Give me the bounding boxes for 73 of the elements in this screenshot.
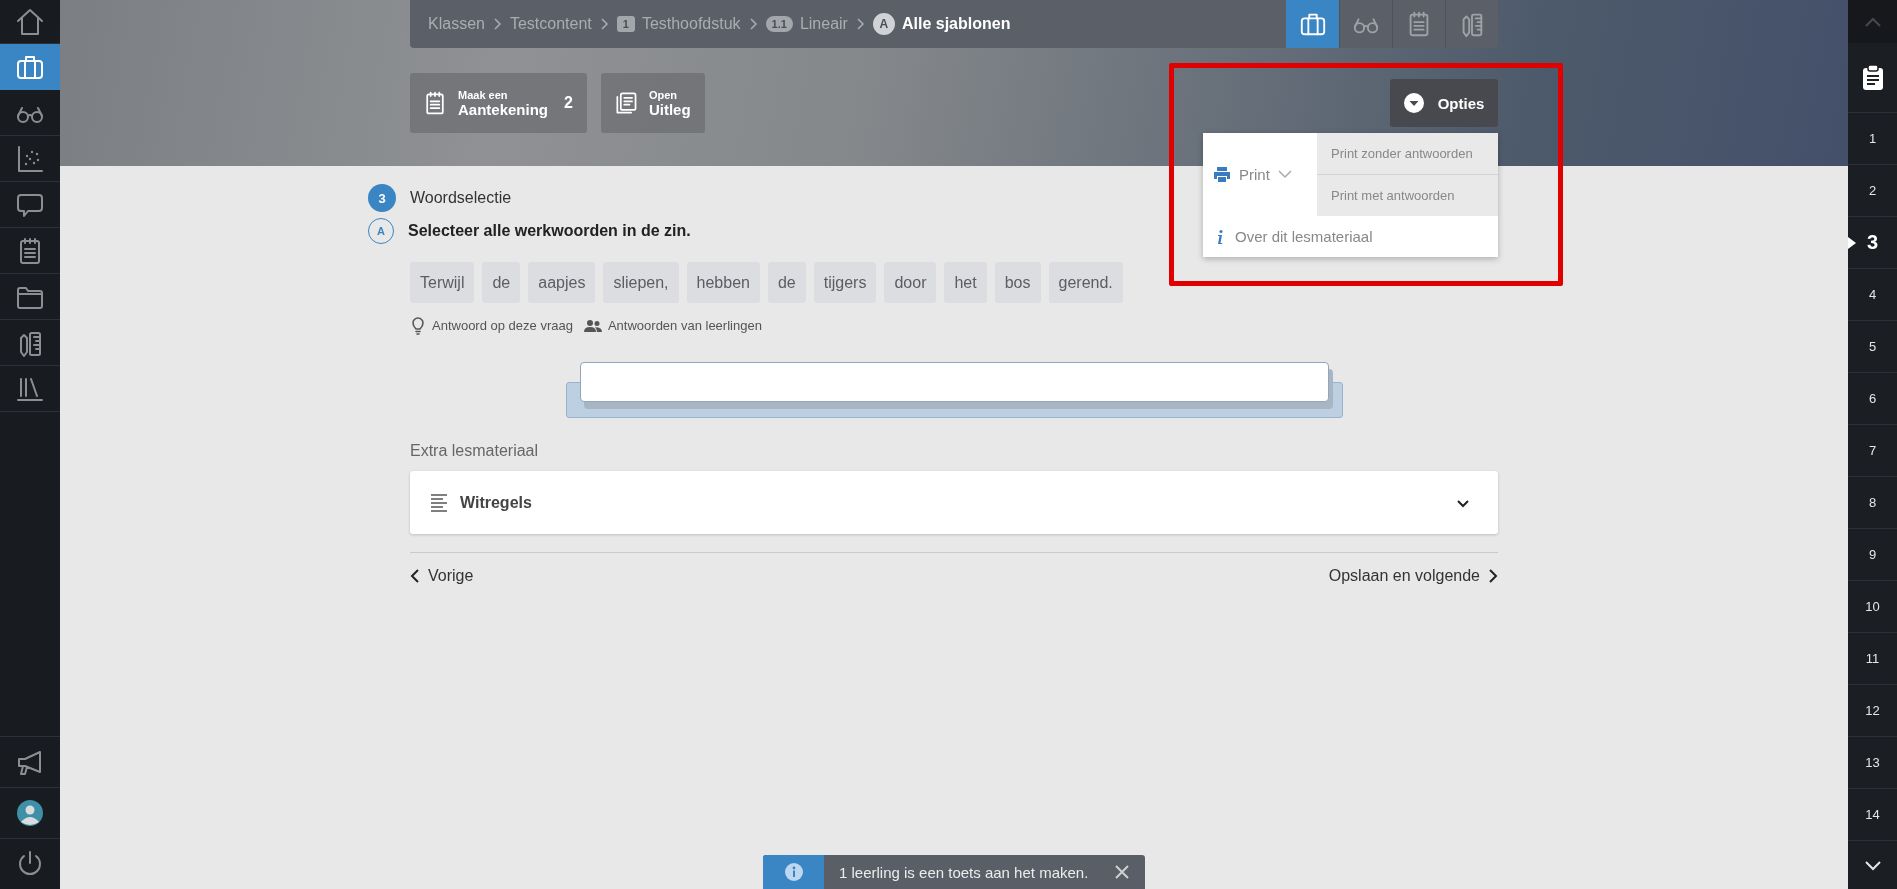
print-option[interactable]: Print zonder antwoorden xyxy=(1317,133,1498,175)
page-number[interactable]: 2 xyxy=(1848,165,1897,217)
toast-message: 1 leerling is een toets aan het maken. xyxy=(838,863,1090,881)
page-number[interactable]: 12 xyxy=(1848,685,1897,737)
text-lines-icon xyxy=(430,492,448,513)
page-number[interactable]: 10 xyxy=(1848,581,1897,633)
page-number[interactable]: 4 xyxy=(1848,269,1897,321)
save-next-link[interactable]: Opslaan en volgende xyxy=(1328,567,1498,585)
word-option[interactable]: hebben xyxy=(686,262,760,303)
page-number[interactable]: 5 xyxy=(1848,321,1897,373)
print-menu-item[interactable]: Print xyxy=(1203,133,1317,216)
word-option[interactable]: de xyxy=(767,262,806,303)
word-option[interactable]: gerend. xyxy=(1048,262,1123,303)
letter-badge: A xyxy=(872,13,895,35)
word-option[interactable]: tijgers xyxy=(813,262,877,303)
explanation-button[interactable]: Open Uitleg xyxy=(600,73,705,133)
pointer-triangle-icon xyxy=(1848,237,1856,249)
breadcrumb-current: Alle sjablonen xyxy=(901,15,1011,33)
page-number[interactable]: 9 xyxy=(1848,529,1897,581)
word-option[interactable]: sliepen, xyxy=(603,262,679,303)
question-title: Woordselectie xyxy=(410,189,512,207)
word-option[interactable]: aapjes xyxy=(528,262,596,303)
printer-icon xyxy=(1213,166,1231,183)
page-number[interactable]: 6 xyxy=(1848,373,1897,425)
accordion-item[interactable]: Witregels xyxy=(410,471,1498,534)
page-number[interactable]: 3 xyxy=(1848,217,1897,269)
question-prompt: Selecteer alle werkwoorden in de zin. xyxy=(408,222,691,240)
close-icon[interactable] xyxy=(1115,865,1129,879)
page-number[interactable]: 13 xyxy=(1848,737,1897,789)
options-button[interactable]: Opties xyxy=(1390,79,1498,127)
page-number[interactable]: 11 xyxy=(1848,633,1897,685)
word-option[interactable]: door xyxy=(884,262,937,303)
breadcrumb-link[interactable]: Testhoofdstuk xyxy=(641,15,741,33)
word-option[interactable]: bos xyxy=(994,262,1041,303)
chevron-down-icon xyxy=(1277,170,1292,179)
breadcrumb-link[interactable]: Klassen xyxy=(428,15,485,33)
dropdown-circle-icon xyxy=(1403,93,1424,113)
word-option[interactable]: de xyxy=(482,262,521,303)
view-tab[interactable] xyxy=(1286,0,1339,48)
number-badge: 1 xyxy=(616,16,635,32)
word-option[interactable]: Terwijl xyxy=(410,262,475,303)
print-option[interactable]: Print met antwoorden xyxy=(1317,175,1498,216)
hint-link[interactable]: Antwoord op deze vraag xyxy=(410,316,573,335)
number-badge: 1.1 xyxy=(765,16,793,32)
avatar-icon[interactable] xyxy=(17,800,43,826)
people-icon xyxy=(582,318,602,333)
hint-link[interactable]: Antwoorden van leerlingen xyxy=(582,318,762,333)
chevron-left-icon xyxy=(410,569,420,583)
page-number[interactable]: 8 xyxy=(1848,477,1897,529)
page-number[interactable]: 1 xyxy=(1848,113,1897,165)
page-number[interactable]: 14 xyxy=(1848,789,1897,841)
note-button[interactable]: Maak een Aantekening 2 xyxy=(410,73,587,133)
word-option[interactable]: het xyxy=(944,262,987,303)
sidebar-item[interactable] xyxy=(0,44,60,90)
answer-field[interactable] xyxy=(579,362,1329,402)
chevron-right-icon xyxy=(599,18,609,30)
section-heading: Extra lesmateriaal xyxy=(410,442,540,460)
breadcrumb-link[interactable]: Testcontent xyxy=(509,15,592,33)
page-number[interactable]: 7 xyxy=(1848,425,1897,477)
lightbulb-icon xyxy=(410,316,426,335)
previous-link[interactable]: Vorige xyxy=(410,567,474,585)
info-icon xyxy=(1215,228,1225,245)
clipboard-icon[interactable] xyxy=(1860,64,1885,91)
info-icon xyxy=(784,863,803,881)
chevron-right-icon xyxy=(1488,569,1498,583)
chevron-right-icon xyxy=(855,18,865,30)
scatter-chart-icon xyxy=(15,143,45,174)
question-number: 3 xyxy=(368,184,396,212)
chevron-right-icon xyxy=(748,18,758,30)
about-menu-item[interactable]: Over dit lesmateriaal xyxy=(1203,216,1498,257)
chevron-right-icon xyxy=(492,18,502,30)
breadcrumb-link[interactable]: Lineair xyxy=(799,15,848,33)
home-icon xyxy=(15,6,45,37)
